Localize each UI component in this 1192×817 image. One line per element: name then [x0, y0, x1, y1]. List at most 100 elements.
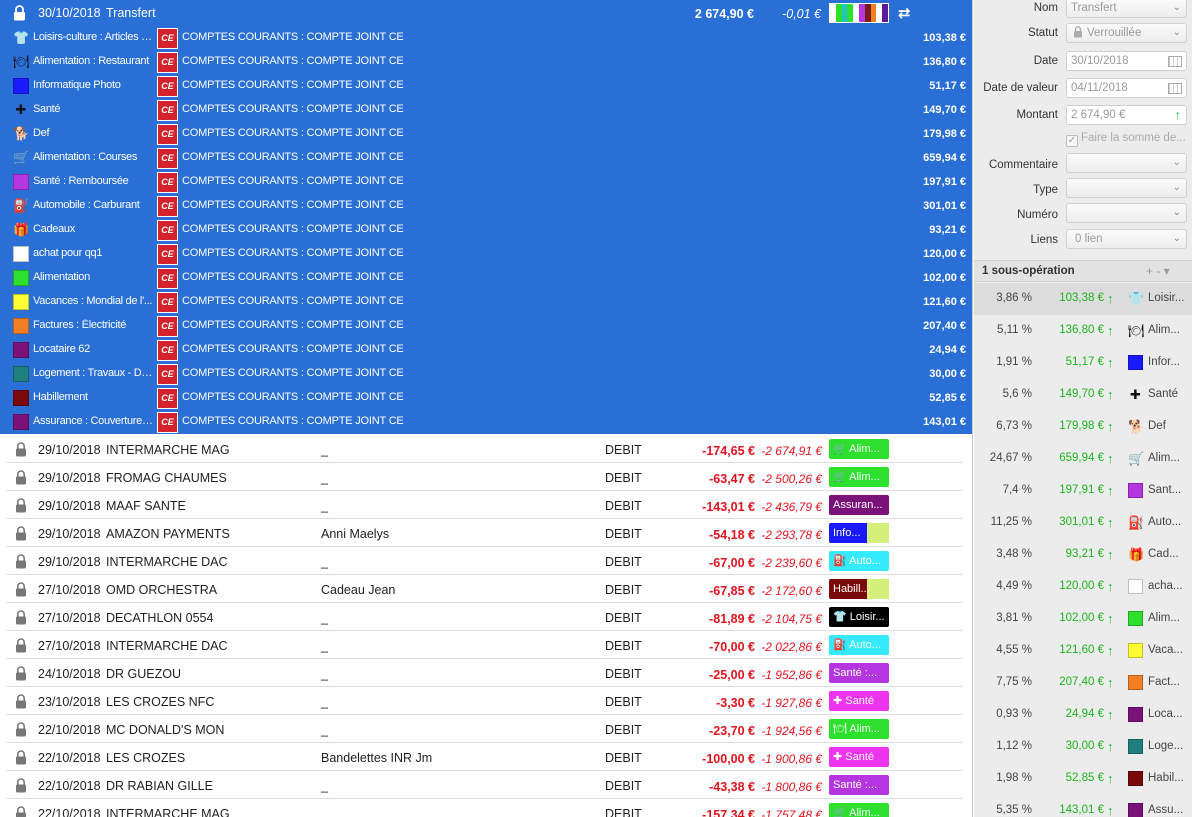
split-row[interactable]: Informatique Photo CE COMPTES COURANTS : C…	[0, 74, 972, 98]
split-account: COMPTES COURANTS : COMPTE JOINT CE	[182, 31, 404, 43]
subop-row[interactable]: 7,4 % 197,91 € ↑ Sant...	[974, 475, 1192, 507]
category-tag[interactable]: ✚ Santé	[829, 691, 889, 711]
category-tag[interactable]: Habill...	[829, 579, 889, 599]
split-row[interactable]: Alimentation CE COMPTES COURANTS : COMPTE …	[0, 266, 972, 290]
transaction-row[interactable]: 22/10/2018 INTERMARCHE MAG _ DEBIT -157,34 €…	[6, 799, 963, 817]
transaction-row[interactable]: 23/10/2018 LES CROZES NFC _ DEBIT -3,30 € -1 …	[6, 687, 963, 715]
numero-select[interactable]: ⌄	[1066, 203, 1187, 223]
transaction-amount: -3,30 €	[716, 696, 755, 710]
transaction-row[interactable]: 27/10/2018 INTERMARCHE DAC _ DEBIT -70,00 € -…	[6, 631, 963, 659]
add-remove-subop-buttons[interactable]: + - ▾	[1146, 264, 1170, 278]
bank-logo-icon: CE	[157, 340, 178, 361]
split-row[interactable]: ⛽ Automobile : Carburant CE COMPTES COURANT…	[0, 194, 972, 218]
subop-category: Assu...	[1148, 804, 1184, 816]
selected-transaction-header[interactable]: 30/10/2018 Transfert 2 674,90 € -0,01 € …	[0, 0, 972, 28]
type-select[interactable]: ⌄	[1066, 178, 1187, 198]
category-tag[interactable]: Info...	[829, 523, 889, 543]
transaction-row[interactable]: 29/10/2018 FROMAG CHAUMES _ DEBIT -63,47 € -2…	[6, 463, 963, 491]
subop-row[interactable]: 1,12 % 30,00 € ↑ Loge...	[974, 731, 1192, 763]
split-row[interactable]: 🍽 Alimentation : Restaurant CE COMPTES COUR…	[0, 50, 972, 74]
commentaire-select[interactable]: ⌄	[1066, 153, 1187, 173]
subop-row[interactable]: 0,93 % 24,94 € ↑ Loca...	[974, 699, 1192, 731]
split-row[interactable]: ✚ Santé CE COMPTES COURANTS : COMPTE JOINT …	[0, 98, 972, 122]
transfer-icon[interactable]: ⇄	[898, 4, 911, 22]
subop-row[interactable]: 3,86 % 103,38 € ↑ 👕 Loisir...	[974, 283, 1192, 315]
split-row[interactable]: 👕 Loisirs-culture : Articles de... CE COMPT…	[0, 26, 972, 50]
purple-square-icon	[13, 174, 29, 190]
category-tag[interactable]: Santé :...	[829, 663, 889, 683]
category-tag[interactable]: 🛒 Alim...	[829, 439, 889, 459]
subop-row[interactable]: 6,73 % 179,98 € ↑ 🐕 Def	[974, 411, 1192, 443]
subop-row[interactable]: 11,25 % 301,01 € ↑ ⛽ Auto...	[974, 507, 1192, 539]
category-color-strip	[829, 3, 889, 23]
statut-select[interactable]: Verrouillée ⌄	[1066, 23, 1187, 43]
transaction-payee: FROMAG CHAUMES	[106, 471, 227, 485]
transaction-row[interactable]: 22/10/2018 MC DONALD'S MON _ DEBIT -23,70 € -…	[6, 715, 963, 743]
split-row[interactable]: Locataire 62 CE COMPTES COURANTS : COMPTE …	[0, 338, 972, 362]
category-tag[interactable]: ⛽ Auto...	[829, 551, 889, 571]
montant-field[interactable]: 2 674,90 € ↑	[1066, 105, 1187, 125]
selected-transaction[interactable]: 30/10/2018 Transfert 2 674,90 € -0,01 € …	[0, 0, 972, 434]
subop-category: Loge...	[1148, 740, 1184, 752]
date-field[interactable]: 30/10/2018	[1066, 51, 1187, 71]
subop-row[interactable]: 5,6 % 149,70 € ↑ ✚ Santé	[974, 379, 1192, 411]
subop-row[interactable]: 24,67 % 659,94 € ↑ 🛒 Alim...	[974, 443, 1192, 475]
split-row[interactable]: Habillement CE COMPTES COURANTS : COMPTE J…	[0, 386, 972, 410]
category-tag[interactable]: 🛒 Alim...	[829, 803, 889, 817]
subop-row[interactable]: 7,75 % 207,40 € ↑ Fact...	[974, 667, 1192, 699]
split-category: Assurance : Couverture fr...	[33, 415, 153, 427]
checkbox-icon[interactable]: ✓	[1066, 135, 1078, 147]
split-row[interactable]: 🎁 Cadeaux CE COMPTES COURANTS : COMPTE JOIN…	[0, 218, 972, 242]
subop-row[interactable]: 5,11 % 136,80 € ↑ 🍽 Alim...	[974, 315, 1192, 347]
subop-percent: 4,55 %	[996, 644, 1032, 656]
transaction-amount: -143,01 €	[702, 500, 755, 514]
category-tag[interactable]: 🛒 Alim...	[829, 467, 889, 487]
subop-row[interactable]: 5,35 % 143,01 € ↑ Assu...	[974, 795, 1192, 817]
split-row[interactable]: Santé : Remboursée CE COMPTES COURANTS : C…	[0, 170, 972, 194]
split-row[interactable]: 🛒 Alimentation : Courses CE COMPTES COURANT…	[0, 146, 972, 170]
cart-icon: 🛒	[13, 150, 30, 165]
category-tag[interactable]: Santé :...	[829, 775, 889, 795]
arrow-up-icon: ↑	[1107, 483, 1114, 498]
subop-row[interactable]: 3,48 % 93,21 € ↑ 🎁 Cad...	[974, 539, 1192, 571]
liens-select[interactable]: 0 lien ⌄	[1066, 229, 1187, 249]
transaction-row[interactable]: 27/10/2018 OMD ORCHESTRA Cadeau Jean DEBIT -…	[6, 575, 963, 603]
split-account: COMPTES COURANTS : COMPTE JOINT CE	[182, 415, 404, 427]
subop-amount: 149,70 €	[1059, 388, 1104, 400]
split-row[interactable]: Logement : Travaux - Dé... CE COMPTES COUR…	[0, 362, 972, 386]
transaction-row[interactable]: 24/10/2018 DR GUEZOU _ DEBIT -25,00 € -1 952,…	[6, 659, 963, 687]
subop-row[interactable]: 1,91 % 51,17 € ↑ Infor...	[974, 347, 1192, 379]
subop-row[interactable]: 3,81 % 102,00 € ↑ Alim...	[974, 603, 1192, 635]
transaction-row[interactable]: 29/10/2018 MAAF SANTE _ DEBIT -143,01 € -2 43…	[6, 491, 963, 519]
date-valeur-field[interactable]: 04/11/2018	[1066, 78, 1187, 98]
split-row[interactable]: 🐕 Def CE COMPTES COURANTS : COMPTE JOINT CE…	[0, 122, 972, 146]
sum-checkbox-row[interactable]: ✓ Faire la somme de...	[1066, 132, 1191, 148]
transaction-row[interactable]: 29/10/2018 INTERMARCHE MAG _ DEBIT -174,65 €…	[6, 435, 963, 463]
category-tag[interactable]: 🍽 Alim...	[829, 719, 889, 739]
transaction-balance: -1 924,56 €	[761, 724, 822, 738]
transaction-row[interactable]: 29/10/2018 AMAZON PAYMENTS Anni Maelys DEBI…	[6, 519, 963, 547]
shirt-icon: 👕	[1128, 291, 1145, 306]
split-row[interactable]: Factures : Électricité CE COMPTES COURANTS…	[0, 314, 972, 338]
nom-field[interactable]: Transfert ⌄	[1066, 0, 1187, 18]
transaction-row[interactable]: 22/10/2018 LES CROZES Bandelettes INR Jm DE…	[6, 743, 963, 771]
split-amount: 102,00 €	[923, 272, 966, 284]
arrow-up-icon[interactable]: ↑	[1175, 106, 1182, 124]
category-tag[interactable]: ✚ Santé	[829, 747, 889, 767]
calendar-icon[interactable]	[1168, 83, 1182, 94]
subop-row[interactable]: 4,49 % 120,00 € ↑ acha...	[974, 571, 1192, 603]
category-tag[interactable]: Assuran...	[829, 495, 889, 515]
split-row[interactable]: Assurance : Couverture fr... CE COMPTES CO…	[0, 410, 972, 434]
split-row[interactable]: achat pour qq1 CE COMPTES COURANTS : COMPT…	[0, 242, 972, 266]
transaction-row[interactable]: 27/10/2018 DECATHLON 0554 _ DEBIT -81,89 € -2…	[6, 603, 963, 631]
subop-row[interactable]: 1,98 % 52,85 € ↑ Habil...	[974, 763, 1192, 795]
category-tag[interactable]: ⛽ Auto...	[829, 635, 889, 655]
category-tag[interactable]: 👕 Loisir...	[829, 607, 889, 627]
split-row[interactable]: Vacances : Mondial de l'... CE COMPTES COU…	[0, 290, 972, 314]
transaction-row[interactable]: 29/10/2018 INTERMARCHE DAC _ DEBIT -67,00 € -…	[6, 547, 963, 575]
calendar-icon[interactable]	[1168, 56, 1182, 67]
arrow-up-icon: ↑	[1107, 515, 1114, 530]
subop-row[interactable]: 4,55 % 121,60 € ↑ Vaca...	[974, 635, 1192, 667]
subop-category: Sant...	[1148, 484, 1182, 496]
transaction-row[interactable]: 22/10/2018 DR RABIAN GILLE _ DEBIT -43,38 € -…	[6, 771, 963, 799]
